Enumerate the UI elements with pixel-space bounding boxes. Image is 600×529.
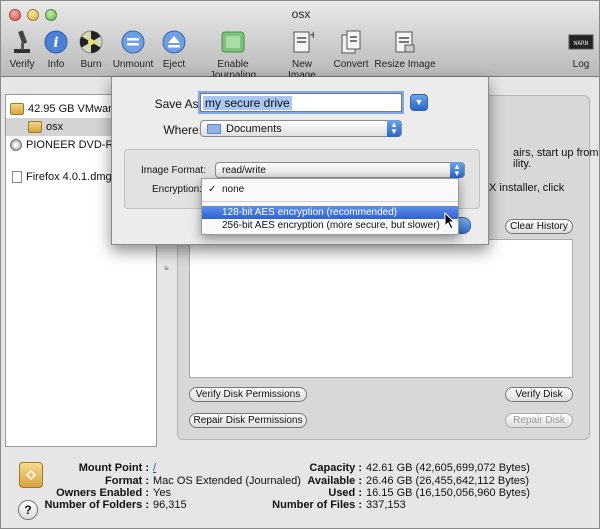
number-of-files-value: 337,153 — [366, 499, 406, 511]
toolbar: osx Verify i Info Burn Unmount Eject Ena… — [1, 1, 599, 81]
toolbar-eject-button[interactable]: Eject — [159, 29, 189, 70]
sidebar-item-label: osx — [46, 121, 64, 133]
info-text-line-2: ility. — [513, 158, 532, 170]
info-icon: i — [43, 29, 69, 55]
encryption-menu[interactable]: ✓ none 128-bit AES encryption (recommend… — [201, 178, 459, 235]
splitter-handle[interactable]: ≡ — [164, 264, 170, 273]
toolbar-verify-button[interactable]: Verify — [5, 29, 39, 70]
folder-icon — [207, 123, 221, 134]
used-value: 16.15 GB (16,150,056,960 Bytes) — [366, 487, 530, 499]
available-label: Available : — [307, 475, 362, 487]
used-label: Used : — [328, 487, 362, 499]
toolbar-convert-label: Convert — [333, 59, 369, 70]
window-title: osx — [291, 7, 311, 21]
number-of-folders-label: Number of Folders : — [44, 499, 149, 511]
toolbar-eject-label: Eject — [162, 59, 186, 70]
toolbar-log-button[interactable]: WARN Log — [567, 29, 595, 70]
toolbar-log-label: Log — [572, 59, 590, 70]
owners-enabled-value: Yes — [153, 487, 171, 499]
image-format-label: Image Format: — [140, 165, 206, 176]
number-of-folders-value: 96,315 — [153, 499, 187, 511]
microscope-icon — [9, 29, 35, 55]
help-button[interactable]: ? — [18, 500, 38, 520]
journaling-icon — [220, 29, 246, 55]
mouse-cursor-icon — [444, 212, 456, 230]
chevron-updown-icon: ▲ ▼ — [387, 120, 401, 137]
info-text-line-3: X installer, click — [489, 182, 565, 194]
toolbar-unmount-label: Unmount — [112, 59, 154, 70]
disk-image-icon — [12, 171, 22, 183]
toolbar-new-image-button[interactable]: + New Image — [277, 29, 327, 81]
expand-dialog-button[interactable]: ▼ — [410, 94, 428, 111]
encryption-label: Encryption: — [151, 184, 202, 195]
resize-image-icon — [392, 29, 418, 55]
toolbar-burn-label: Burn — [80, 59, 102, 70]
eject-icon — [161, 29, 187, 55]
toolbar-resize-image-label: Resize Image — [374, 59, 436, 70]
checkmark-icon: ✓ — [208, 184, 217, 195]
mount-point-value[interactable]: / — [153, 462, 156, 474]
encryption-option-128-bit[interactable]: 128-bit AES encryption (recommended) — [202, 206, 458, 219]
encryption-option-label: 256-bit AES encryption (more secure, but… — [222, 220, 440, 231]
sidebar-item-label: Firefox 4.0.1.dmg — [26, 171, 112, 183]
disk-info-footer: ? Mount Point : / Format : Mac OS Extend… — [1, 454, 599, 528]
image-format-value: read/write — [222, 164, 266, 176]
owners-enabled-label: Owners Enabled : — [56, 487, 149, 499]
save-as-value: my secure drive — [203, 95, 292, 110]
where-value: Documents — [226, 122, 282, 135]
toolbar-convert-button[interactable]: Convert — [332, 29, 370, 70]
where-label: Where: — [163, 123, 202, 137]
save-as-field[interactable]: my secure drive — [200, 93, 402, 112]
log-icon: WARN — [568, 29, 594, 55]
encryption-option-256-bit[interactable]: 256-bit AES encryption (more secure, but… — [202, 219, 458, 232]
encryption-option-label: none — [222, 184, 245, 195]
save-as-label: Save As: — [154, 97, 202, 111]
verify-disk-permissions-button[interactable]: Verify Disk Permissions — [189, 387, 307, 402]
disk-utility-window: osx Verify i Info Burn Unmount Eject Ena… — [0, 0, 600, 529]
number-of-files-label: Number of Files : — [272, 499, 362, 511]
repair-disk-button[interactable]: Repair Disk — [505, 413, 573, 428]
format-label: Format : — [105, 475, 149, 487]
unmount-icon — [120, 29, 146, 55]
chevron-updown-icon: ▲ ▼ — [450, 162, 464, 178]
image-format-popup[interactable]: read/write ▲ ▼ — [215, 162, 465, 178]
toolbar-info-button[interactable]: i Info — [43, 29, 69, 70]
menu-separator — [202, 201, 458, 202]
capacity-value: 42.61 GB (42,605,699,072 Bytes) — [366, 462, 530, 474]
log-area — [189, 239, 573, 378]
toolbar-unmount-button[interactable]: Unmount — [111, 29, 155, 70]
new-image-icon: + — [289, 29, 315, 55]
toolbar-enable-journaling-button[interactable]: Enable Journaling — [194, 29, 272, 81]
toolbar-info-label: Info — [47, 59, 65, 70]
capacity-label: Capacity : — [309, 462, 362, 474]
toolbar-resize-image-button[interactable]: Resize Image — [374, 29, 436, 70]
encryption-option-label: 128-bit AES encryption (recommended) — [222, 207, 398, 218]
volume-icon — [19, 462, 43, 488]
toolbar-burn-button[interactable]: Burn — [78, 29, 104, 70]
burn-icon — [78, 29, 104, 55]
volume-icon — [28, 121, 42, 133]
toolbar-verify-label: Verify — [9, 59, 35, 70]
repair-disk-permissions-button[interactable]: Repair Disk Permissions — [189, 413, 307, 428]
mount-point-label: Mount Point : — [78, 462, 149, 474]
svg-text:+: + — [309, 30, 314, 41]
available-value: 26.46 GB (26,455,642,112 Bytes) — [366, 475, 530, 487]
encryption-option-none[interactable]: ✓ none — [202, 183, 458, 196]
convert-icon — [338, 29, 364, 55]
clear-history-button[interactable]: Clear History — [505, 219, 573, 234]
svg-text:i: i — [53, 35, 58, 51]
verify-disk-button[interactable]: Verify Disk — [505, 387, 573, 402]
where-popup[interactable]: Documents ▲ ▼ — [200, 120, 402, 137]
hard-disk-icon — [10, 103, 24, 115]
optical-drive-icon — [10, 139, 22, 151]
svg-text:WARN: WARN — [574, 40, 589, 47]
